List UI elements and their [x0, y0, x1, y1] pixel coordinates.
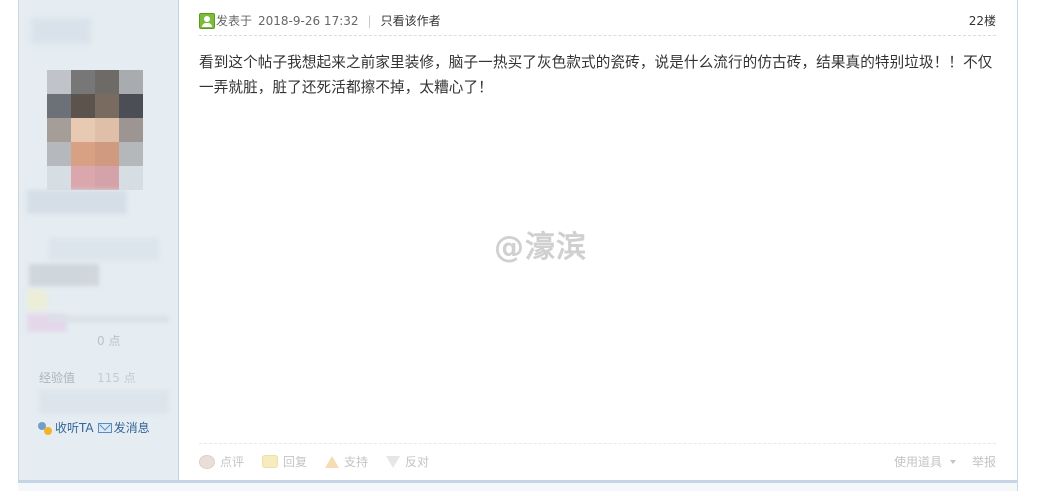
support-button[interactable]: 支持 — [325, 453, 368, 470]
mail-icon — [97, 422, 112, 433]
only-author-link[interactable]: 只看该作者 — [381, 12, 441, 29]
avatar-pixel — [47, 142, 71, 166]
author-stat-blurred — [29, 264, 99, 286]
header-separator: | — [367, 13, 372, 28]
exp-label: 经验值 — [39, 371, 76, 385]
comment-button[interactable]: 点评 — [199, 453, 244, 470]
post-content: 发表于 2018-9-26 17:32 | 只看该作者 22楼 看到这个帖子我想… — [199, 0, 996, 481]
avatar-pixel — [47, 166, 71, 190]
avatar-pixel — [71, 166, 95, 190]
posted-label: 发表于 — [216, 14, 253, 28]
avatar-pixel — [119, 142, 143, 166]
post-divider — [18, 480, 1017, 491]
avatar-pixel — [119, 166, 143, 190]
avatar-pixel — [47, 94, 71, 118]
oppose-label: 反对 — [405, 455, 430, 469]
follow-label: 收听TA — [55, 421, 94, 435]
comment-icon — [199, 454, 215, 469]
reply-button[interactable]: 回复 — [262, 453, 307, 470]
post-timestamp: 2018-9-26 17:32 — [258, 13, 359, 28]
post-footer: 点评 回复 支持 反对 使用道具 举报 — [199, 443, 996, 479]
floor-number[interactable]: 22楼 — [969, 12, 996, 29]
author-actions: 收听TA 发消息 — [37, 419, 150, 436]
avatar-pixel — [71, 70, 95, 94]
online-status-icon — [199, 12, 215, 29]
progress-blurred — [49, 316, 169, 322]
avatar-pixel — [119, 118, 143, 142]
avatar-pixel — [95, 70, 119, 94]
thumbs-down-icon — [386, 455, 401, 468]
reply-icon — [262, 455, 279, 468]
post-header: 发表于 2018-9-26 17:32 | 只看该作者 22楼 — [199, 12, 996, 36]
avatar-pixel — [47, 118, 71, 142]
follow-button[interactable]: 收听TA — [37, 419, 94, 436]
report-link[interactable]: 举报 — [972, 453, 996, 470]
page-margin-left — [0, 0, 18, 491]
author-group-blurred — [49, 238, 159, 260]
avatar-pixel — [71, 118, 95, 142]
avatar-pixel — [95, 166, 119, 190]
use-tools-dropdown[interactable]: 使用道具 — [894, 453, 956, 470]
send-message-button[interactable]: 发消息 — [97, 419, 150, 436]
exp-value: 115 点 — [97, 371, 136, 385]
post-body: 看到这个帖子我想起来之前家里装修，脑子一热买了灰色款式的瓷砖，说是什么流行的仿古… — [199, 54, 993, 96]
avatar-pixel — [71, 94, 95, 118]
avatar-pixel — [95, 142, 119, 166]
medal-blurred — [27, 290, 47, 310]
author-sidebar: 0 点 经验值 115 点 收听TA 发消息 — [19, 0, 179, 481]
watermark: @濠滨 — [494, 230, 587, 265]
support-label: 支持 — [344, 455, 369, 469]
comment-label: 点评 — [220, 455, 245, 469]
avatar-pixel — [119, 70, 143, 94]
author-info-blurred — [27, 190, 127, 214]
post-container: 0 点 经验值 115 点 收听TA 发消息 发表于 2018-9-26 17:… — [18, 0, 1017, 481]
author-name-blurred[interactable] — [31, 18, 91, 44]
avatar[interactable] — [47, 70, 143, 190]
author-extra-blurred — [39, 390, 169, 414]
footer-right-actions: 使用道具 举报 — [894, 453, 996, 470]
avatar-pixel — [71, 142, 95, 166]
avatar-pixel — [95, 118, 119, 142]
reply-label: 回复 — [283, 455, 308, 469]
page-margin-right — [1017, 0, 1053, 491]
send-message-label: 发消息 — [113, 421, 150, 435]
points-value: 0 点 — [97, 334, 121, 348]
oppose-button[interactable]: 反对 — [386, 453, 429, 470]
avatar-pixel — [47, 70, 71, 94]
avatar-pixel — [119, 94, 143, 118]
listen-icon — [37, 421, 53, 435]
avatar-pixel — [95, 94, 119, 118]
thumbs-up-icon — [325, 455, 340, 468]
